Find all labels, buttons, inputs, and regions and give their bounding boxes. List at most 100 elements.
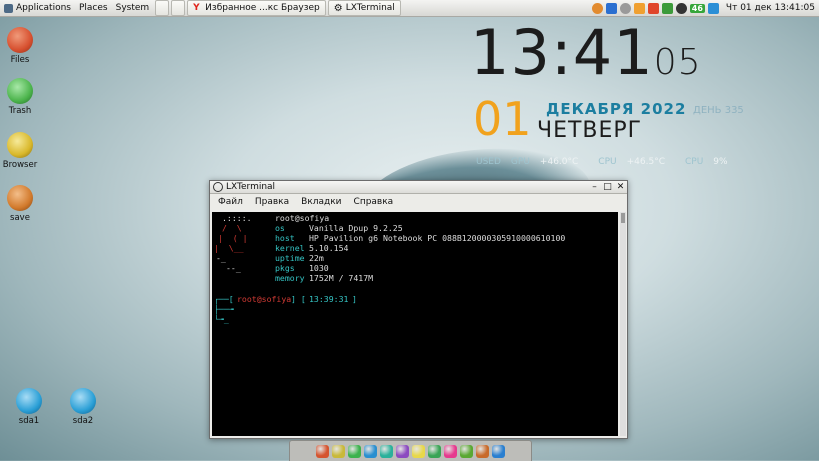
applications-icon: [4, 3, 13, 13]
desktop-icon-label: Trash: [8, 106, 32, 116]
volume-icon[interactable]: [675, 2, 687, 14]
places-label: Places: [78, 3, 108, 13]
desktop-icon-label: sda2: [72, 416, 94, 426]
dock-archive-icon[interactable]: [476, 444, 489, 458]
task-browser-label: Избранное ...кс Браузер: [205, 3, 320, 13]
fetch-user-host: root@sofiya: [275, 213, 330, 223]
task-browser[interactable]: Y Избранное ...кс Браузер: [187, 0, 326, 16]
terminal-scrollbar[interactable]: [620, 212, 626, 436]
desktop-icon-sda2[interactable]: sda2: [61, 388, 105, 426]
fetch-key: uptime: [275, 253, 305, 263]
menu-edit[interactable]: Правка: [249, 197, 295, 207]
window-titlebar[interactable]: LXTerminal – □ ✕: [210, 181, 627, 194]
info-icon[interactable]: [619, 2, 631, 14]
prompt-user-host: root@sofiya: [237, 294, 292, 304]
fetch-value: 1030: [309, 263, 329, 273]
firewall-icon[interactable]: [647, 2, 659, 14]
desktop-icon-label: save: [10, 213, 30, 223]
close-icon[interactable]: ✕: [614, 182, 627, 193]
conky-sensors: USED GPU +46.0°C CPU +46.5°C CPU 9%: [476, 157, 748, 167]
mixer-icon[interactable]: [707, 2, 719, 14]
scrollbar-thumb[interactable]: [621, 213, 625, 223]
usb-drive-icon: [16, 388, 42, 414]
dock-settings-icon[interactable]: [396, 444, 409, 458]
network-icon[interactable]: [591, 2, 603, 14]
bluetooth-icon[interactable]: [605, 2, 617, 14]
blank-button[interactable]: [171, 0, 186, 16]
sensor-label: USED: [476, 157, 501, 167]
dock-apps-icon[interactable]: [348, 444, 361, 458]
desktop-icon-label: sda1: [18, 416, 40, 426]
day-of-year-value: 335: [724, 105, 744, 116]
desktop-icon-save[interactable]: save: [0, 185, 42, 223]
prompt-close: ]: [352, 294, 357, 304]
dock-files-icon[interactable]: [380, 444, 393, 458]
day-of-year-label: ДЕНЬ: [693, 105, 722, 116]
applications-menu[interactable]: Applications: [0, 0, 75, 16]
clock-hours-minutes: 13:41: [470, 16, 654, 89]
dock-terminal-icon[interactable]: [364, 444, 377, 458]
conky-weekday: ЧЕТВЕРГ: [537, 118, 643, 143]
temperature-badge[interactable]: 46: [689, 3, 705, 13]
logo-line: --_: [226, 263, 251, 273]
task-lxterminal-label: LXTerminal: [345, 3, 395, 13]
desktop-icon-sda1[interactable]: sda1: [7, 388, 51, 426]
sensor-label: CPU: [684, 157, 704, 167]
menu-help[interactable]: Справка: [348, 197, 400, 207]
conky-day: 01: [473, 92, 532, 146]
dock-editor-icon[interactable]: [460, 444, 473, 458]
panel-clock[interactable]: Чт 01 дек 13:41:05: [726, 3, 815, 13]
gear-icon: ⚙: [333, 2, 343, 14]
dock-home-icon[interactable]: [316, 444, 329, 458]
desktop-icon-trash[interactable]: Trash: [0, 78, 42, 116]
dock-notes-icon[interactable]: [412, 444, 425, 458]
sensor-value: +46.5°C: [626, 157, 665, 167]
clock-seconds: 05: [653, 42, 702, 83]
home-folder-icon: [7, 27, 33, 53]
battery-icon[interactable]: [661, 2, 673, 14]
terminal-app-icon: [213, 182, 223, 192]
lxterminal-window[interactable]: LXTerminal – □ ✕ Файл Правка Вкладки Спр…: [209, 180, 628, 439]
minimize-icon[interactable]: –: [588, 182, 601, 193]
desktop-icon-files[interactable]: Files: [0, 27, 42, 65]
fetch-value: 22m: [309, 253, 324, 263]
dock-media-icon[interactable]: [444, 444, 457, 458]
fetch-value: HP Pavilion g6 Notebook PC 088B120000305…: [309, 233, 566, 243]
conky-clock: 13:4105: [470, 20, 702, 86]
fetch-key: kernel: [275, 243, 305, 253]
dock-browser-icon[interactable]: [332, 444, 345, 458]
applications-label: Applications: [16, 3, 71, 13]
fetch-key: os: [275, 223, 285, 233]
logo-line: / \: [222, 223, 247, 233]
prompt-arrow: └╼_: [214, 314, 229, 324]
top-panel: Applications Places System Y Избранное .…: [0, 0, 819, 17]
desktop-icon-browser[interactable]: Browser: [0, 132, 42, 170]
update-icon[interactable]: [633, 2, 645, 14]
sensor-value: +46.0°C: [539, 157, 579, 167]
usb-drive-icon: [70, 388, 96, 414]
menu-file[interactable]: Файл: [212, 197, 249, 207]
logo-line: .::::.: [222, 213, 252, 223]
bottom-dock: [289, 440, 532, 461]
menu-tabs[interactable]: Вкладки: [295, 197, 347, 207]
browser-globe-icon: [7, 132, 33, 158]
show-desktop-button[interactable]: [155, 0, 170, 16]
terminal-output[interactable]: .::::. / \ | ( | | \__ -_ --_ root@sofiy…: [212, 212, 618, 436]
desktop-icon-label: Browser: [2, 160, 38, 170]
task-lxterminal[interactable]: ⚙ LXTerminal: [327, 0, 401, 16]
dock-mail-icon[interactable]: [492, 444, 505, 458]
fetch-value: 5.10.154: [309, 243, 349, 253]
logo-line: -_: [216, 253, 241, 263]
trash-icon: [7, 78, 33, 104]
prompt-corner: ┌──[: [214, 294, 234, 304]
fetch-key: host: [275, 233, 295, 243]
maximize-icon[interactable]: □: [601, 182, 614, 193]
sensor-label: GPU: [510, 157, 530, 167]
sensor-label: CPU: [598, 157, 617, 167]
dock-network-icon[interactable]: [428, 444, 441, 458]
prompt-time: 13:39:31: [309, 294, 349, 304]
fetch-key: pkgs: [275, 263, 295, 273]
system-tray: 46 Чт 01 дек 13:41:05: [591, 2, 819, 14]
system-menu[interactable]: System: [112, 0, 154, 16]
places-menu[interactable]: Places: [75, 0, 112, 16]
